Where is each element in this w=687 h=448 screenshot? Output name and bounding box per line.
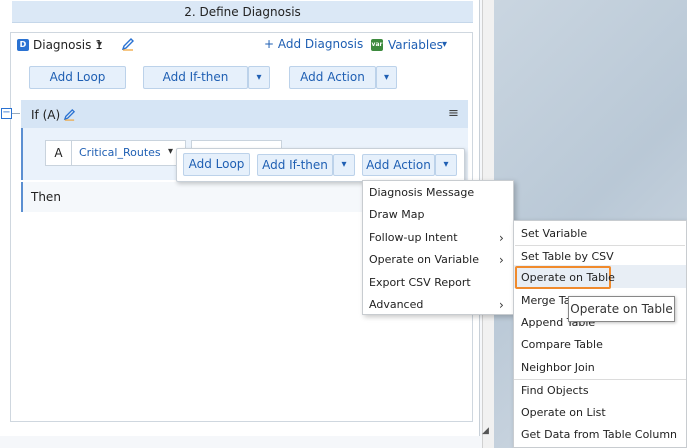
menu-divider xyxy=(515,245,685,246)
popup-add-loop-button[interactable]: Add Loop xyxy=(183,153,250,176)
if-block-header xyxy=(21,100,468,128)
variables-menu[interactable]: Variables xyxy=(388,37,443,53)
submenu-item-operate-on-table[interactable]: Operate on Table xyxy=(521,271,615,285)
menu-item-advanced[interactable]: Advanced xyxy=(369,298,423,312)
chevron-down-icon[interactable]: ▾ xyxy=(168,145,173,159)
pencil-icon[interactable] xyxy=(121,37,135,51)
chevron-right-icon: › xyxy=(499,253,504,267)
chevron-right-icon: › xyxy=(499,298,504,312)
condition-variable: A xyxy=(45,140,72,166)
chevron-down-icon[interactable]: ▾ xyxy=(97,37,102,53)
add-action-dropdown-icon[interactable]: ▾ xyxy=(376,66,397,89)
popup-add-ifthen-button[interactable]: Add If-then xyxy=(257,154,333,176)
popup-add-action-button[interactable]: Add Action xyxy=(362,154,435,176)
tree-connector xyxy=(12,113,20,114)
add-diagnosis-link[interactable]: + Add Diagnosis xyxy=(264,36,363,52)
menu-item-draw-map[interactable]: Draw Map xyxy=(369,208,424,222)
add-loop-button[interactable]: Add Loop xyxy=(29,66,126,89)
diagnosis-badge-icon: D xyxy=(17,39,29,51)
hamburger-menu-icon[interactable]: ≡ xyxy=(448,107,459,121)
section-header: 2. Define Diagnosis xyxy=(12,1,473,23)
if-label: If (A) xyxy=(31,108,61,122)
add-ifthen-dropdown-icon[interactable]: ▾ xyxy=(248,66,270,89)
variables-icon: var xyxy=(371,39,383,51)
menu-divider xyxy=(514,379,686,380)
action-menu: Diagnosis Message Draw Map Follow-up Int… xyxy=(362,180,514,315)
collapse-icon[interactable]: − xyxy=(1,108,12,119)
submenu-item-set-variable[interactable]: Set Variable xyxy=(521,227,587,241)
chevron-right-icon: › xyxy=(499,231,504,245)
then-label: Then xyxy=(31,190,61,204)
pencil-icon[interactable] xyxy=(63,108,76,121)
tooltip: Operate on Table xyxy=(568,296,675,322)
menu-item-operate-on-variable[interactable]: Operate on Variable xyxy=(369,253,479,267)
popup-add-ifthen-dropdown-icon[interactable]: ▾ xyxy=(333,154,355,176)
add-ifthen-button[interactable]: Add If-then xyxy=(143,66,248,89)
condition-field-value: Critical_Routes xyxy=(79,146,161,159)
resize-grip-icon[interactable]: ◢ xyxy=(482,426,492,436)
menu-item-export-csv-report[interactable]: Export CSV Report xyxy=(369,276,471,290)
popup-add-action-dropdown-icon[interactable]: ▾ xyxy=(435,154,457,176)
submenu-item-compare-table[interactable]: Compare Table xyxy=(521,338,603,352)
menu-item-follow-up-intent[interactable]: Follow-up Intent xyxy=(369,231,458,245)
submenu-item-operate-on-list[interactable]: Operate on List xyxy=(521,406,606,420)
diagnosis-name[interactable]: Diagnosis 1 xyxy=(33,37,103,53)
submenu-item-set-table-by-csv[interactable]: Set Table by CSV xyxy=(521,250,614,264)
submenu-item-neighbor-join[interactable]: Neighbor Join xyxy=(521,361,595,375)
chevron-down-icon[interactable]: ▾ xyxy=(442,37,447,53)
add-action-button[interactable]: Add Action xyxy=(289,66,376,89)
menu-item-diagnosis-message[interactable]: Diagnosis Message xyxy=(369,186,474,200)
submenu-item-find-objects[interactable]: Find Objects xyxy=(521,384,589,398)
submenu-item-get-data-from-table-column[interactable]: Get Data from Table Column xyxy=(521,428,677,442)
